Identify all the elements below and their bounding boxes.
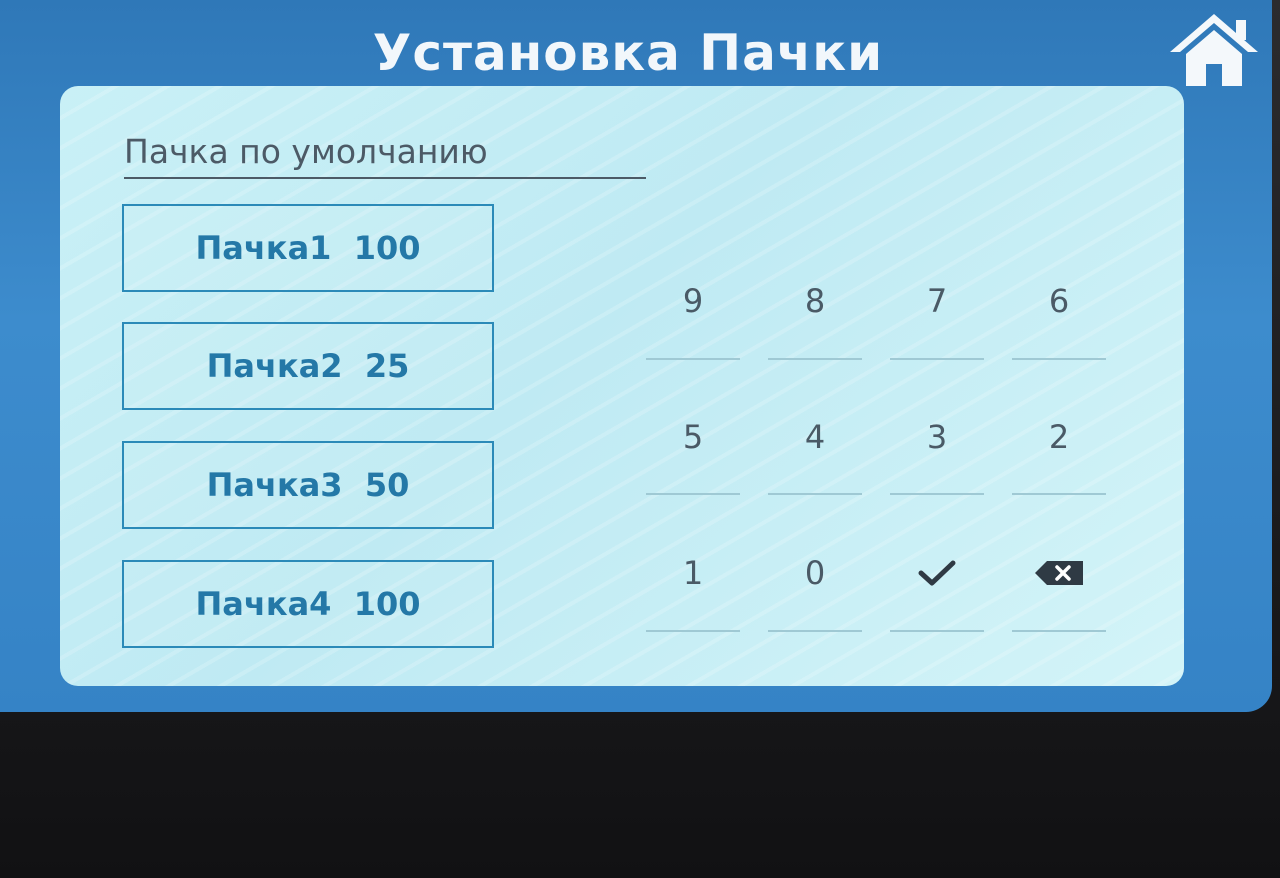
checkmark-icon <box>918 560 956 586</box>
batch-settings-panel: Пачка по умолчанию Пачка1 100 Пачка2 25 … <box>60 86 1184 686</box>
key-8[interactable]: 8 <box>768 266 862 336</box>
backspace-icon <box>1035 561 1083 585</box>
batch-4-button[interactable]: Пачка4 100 <box>122 560 494 648</box>
key-underline <box>768 358 862 360</box>
batch-1-button[interactable]: Пачка1 100 <box>122 204 494 292</box>
default-batch-label: Пачка по умолчанию <box>124 132 646 179</box>
touch-screen: Установка Пачки Пачка по умолчанию Пачка… <box>0 0 1272 712</box>
key-5[interactable]: 5 <box>646 402 740 472</box>
device-bezel: Установка Пачки Пачка по умолчанию Пачка… <box>0 0 1280 878</box>
key-underline <box>646 358 740 360</box>
key-underline <box>768 493 862 495</box>
batch-2-button[interactable]: Пачка2 25 <box>122 322 494 410</box>
confirm-button[interactable] <box>890 538 984 608</box>
key-underline <box>890 493 984 495</box>
key-underline <box>1012 493 1106 495</box>
key-9[interactable]: 9 <box>646 266 740 336</box>
key-7[interactable]: 7 <box>890 266 984 336</box>
key-0[interactable]: 0 <box>768 538 862 608</box>
key-underline <box>768 630 862 632</box>
backspace-button[interactable] <box>1012 538 1106 608</box>
key-3[interactable]: 3 <box>890 402 984 472</box>
key-1[interactable]: 1 <box>646 538 740 608</box>
key-underline <box>1012 358 1106 360</box>
key-2[interactable]: 2 <box>1012 402 1106 472</box>
page-title: Установка Пачки <box>372 24 884 82</box>
home-icon <box>1170 14 1258 86</box>
batch-3-button[interactable]: Пачка3 50 <box>122 441 494 529</box>
key-underline <box>890 358 984 360</box>
key-underline <box>646 630 740 632</box>
key-underline <box>646 493 740 495</box>
key-underline <box>1012 630 1106 632</box>
home-button[interactable] <box>1164 8 1264 90</box>
key-4[interactable]: 4 <box>768 402 862 472</box>
key-underline <box>890 630 984 632</box>
key-6[interactable]: 6 <box>1012 266 1106 336</box>
